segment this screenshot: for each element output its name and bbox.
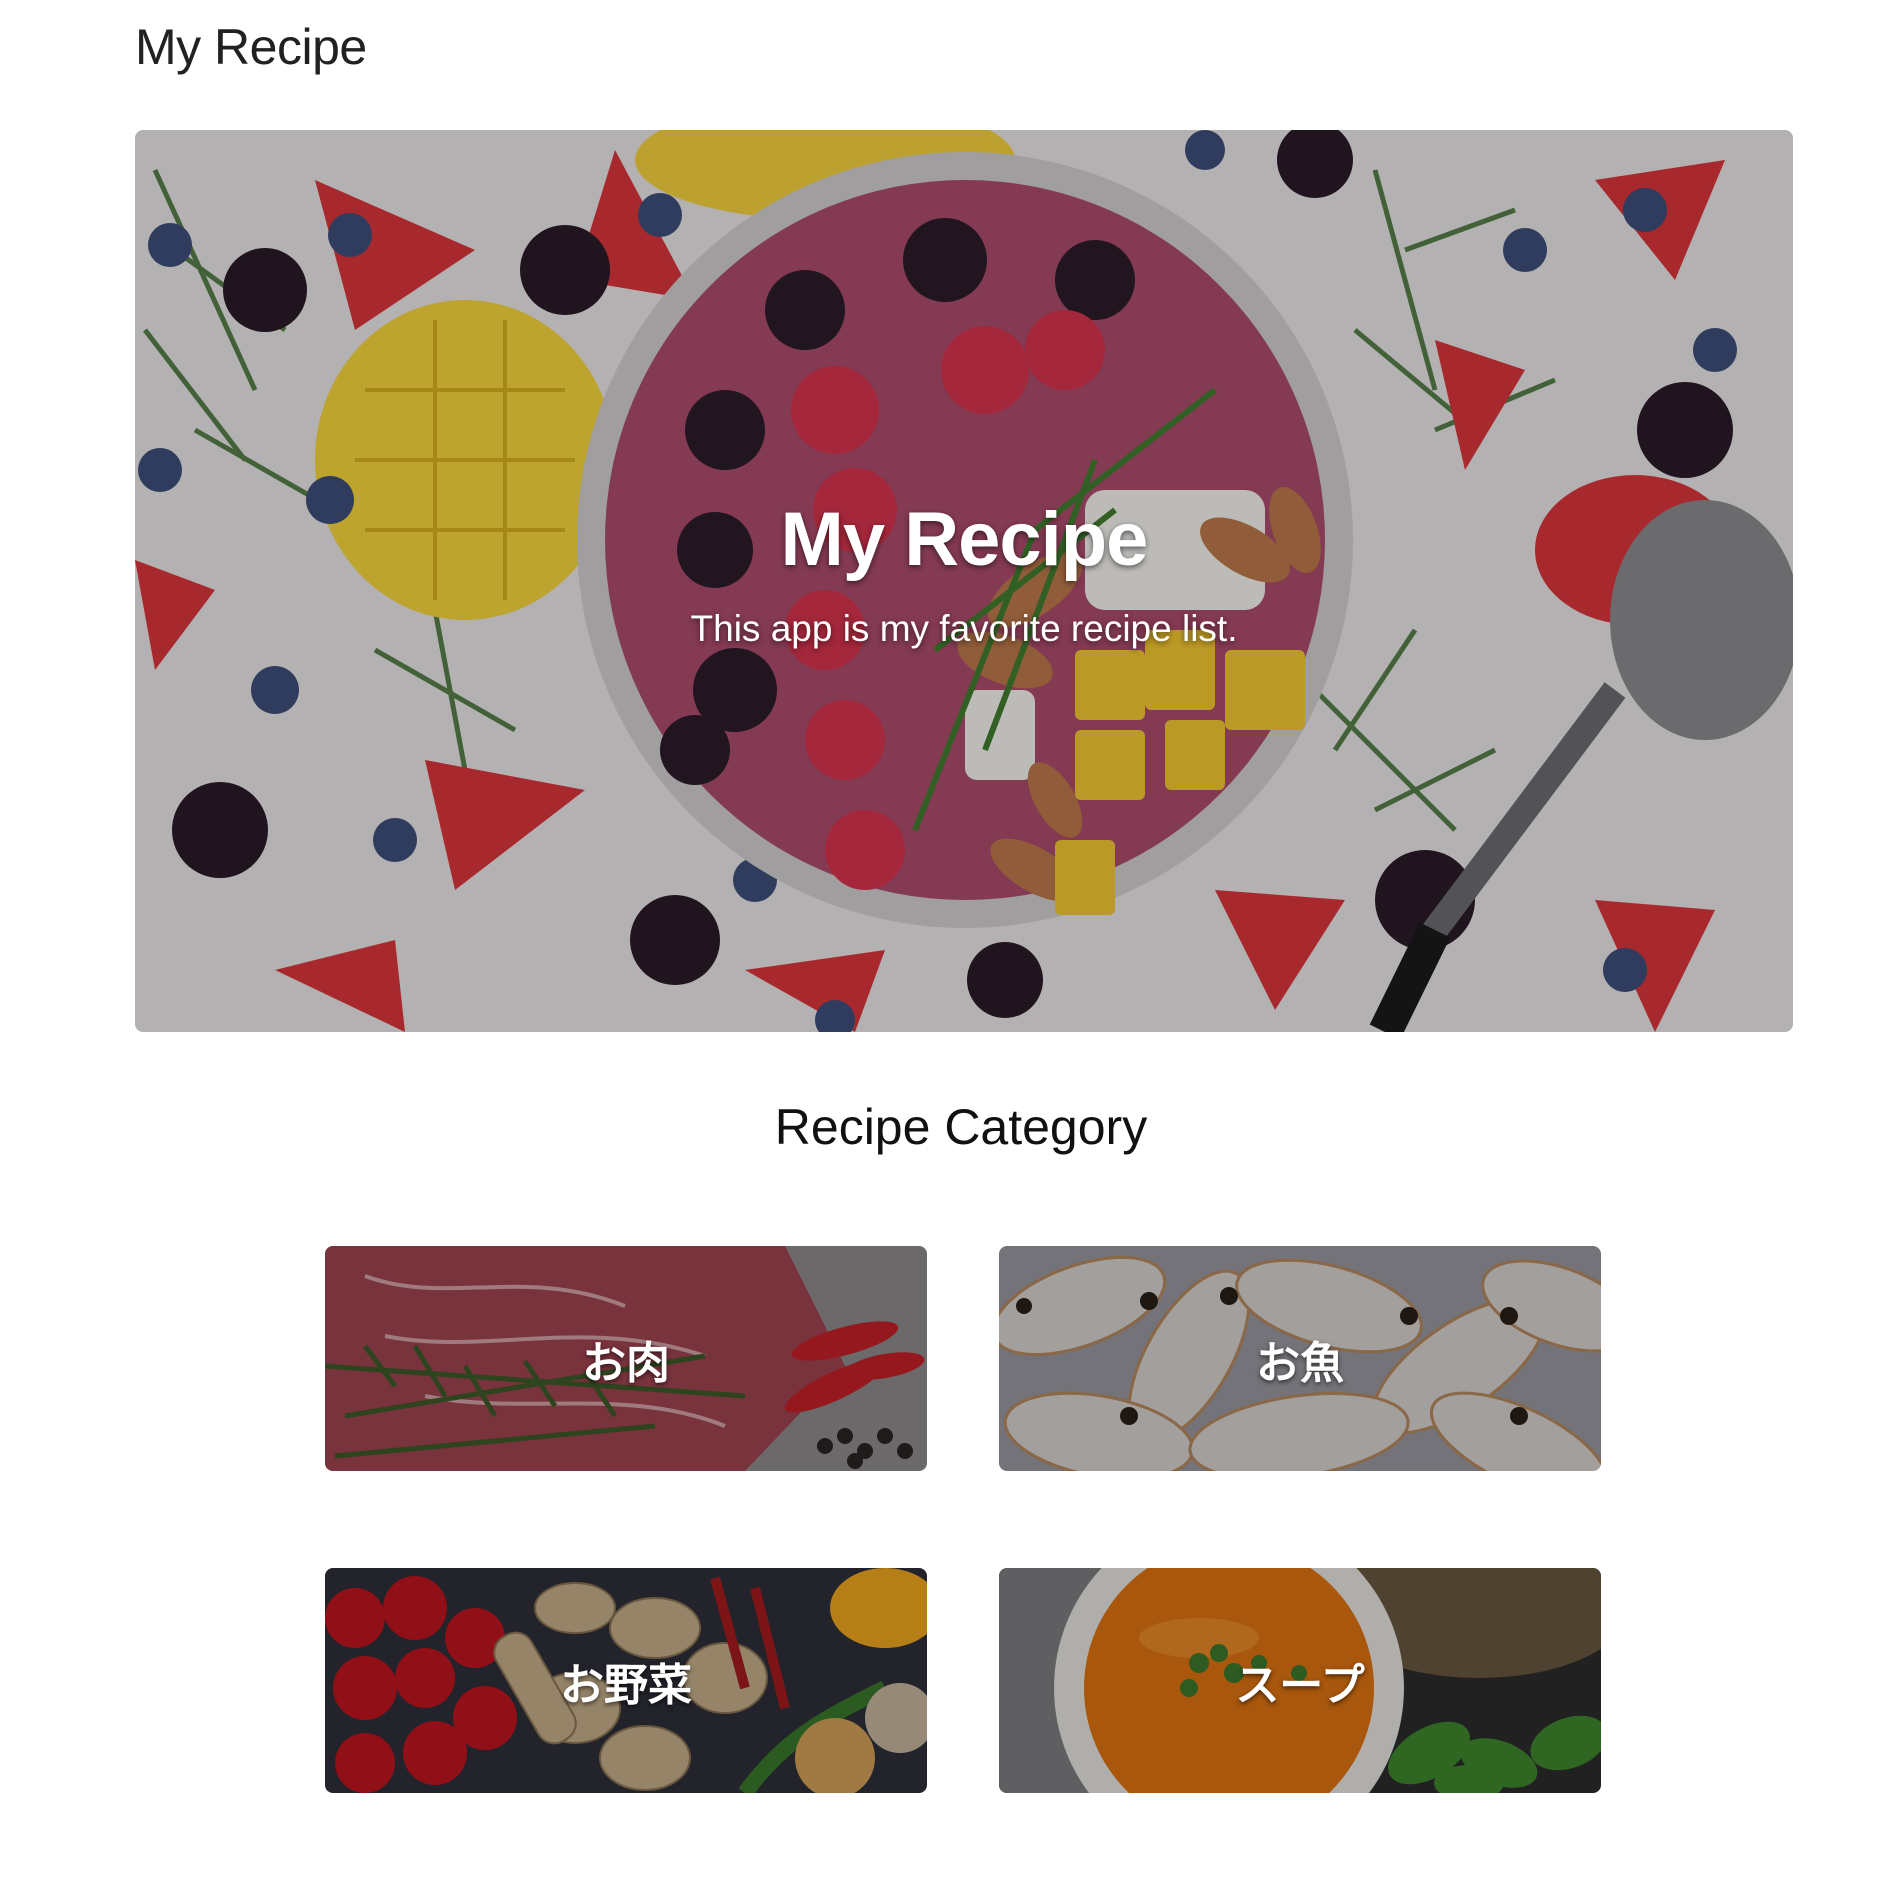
- category-label-fish: お魚: [1256, 1337, 1344, 1389]
- app-title: My Recipe: [135, 19, 367, 75]
- category-label-soup: スープ: [1235, 1659, 1365, 1711]
- recipe-category-heading: Recipe Category: [774, 1099, 1148, 1155]
- hero-title: My Recipe: [780, 497, 1149, 582]
- hero-text: My Recipe This app is my favorite recipe…: [135, 498, 1793, 650]
- hero-banner: My Recipe This app is my favorite recipe…: [135, 130, 1793, 1032]
- category-card-fish[interactable]: お魚: [999, 1246, 1601, 1471]
- category-label-vegetables: お野菜: [560, 1659, 692, 1711]
- category-card-soup[interactable]: スープ: [999, 1568, 1601, 1793]
- category-label-meat: お肉: [582, 1337, 670, 1389]
- category-card-vegetables[interactable]: お野菜: [325, 1568, 927, 1793]
- hero-subtitle: This app is my favorite recipe list.: [690, 607, 1238, 649]
- category-card-meat[interactable]: お肉: [325, 1246, 927, 1471]
